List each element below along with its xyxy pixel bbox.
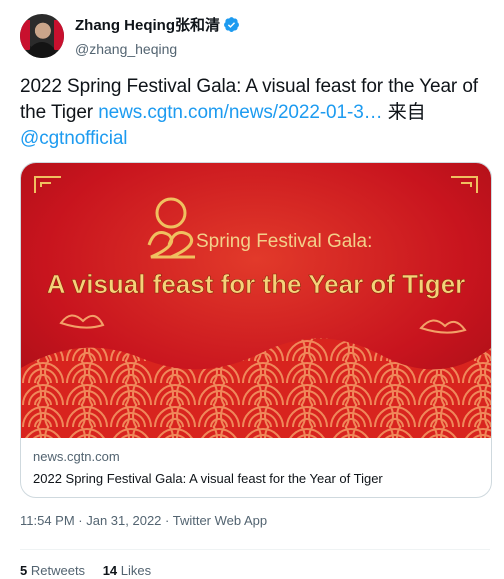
verified-badge-icon: [223, 16, 240, 38]
card-image-heading: Spring Festival Gala:: [196, 231, 372, 252]
tweet-mention[interactable]: @cgtnofficial: [20, 128, 128, 149]
card-image-title: A visual feast for the Year of Tiger: [47, 269, 466, 299]
card-meta: news.cgtn.com 2022 Spring Festival Gala:…: [33, 448, 383, 488]
retweets-label: Retweets: [30, 563, 86, 578]
tweet-timestamp[interactable]: 11:54 PM · Jan 31, 2022 · Twitter Web Ap…: [20, 513, 267, 528]
tweet-link[interactable]: news.cgtn.com/news/2022-01-3…: [98, 102, 382, 123]
author-display-name-text[interactable]: Zhang Heqing张和清: [75, 17, 220, 34]
author-handle[interactable]: @zhang_heqing: [75, 40, 240, 59]
tweet-via-text: 来自: [382, 102, 426, 123]
stats-divider: [20, 549, 490, 550]
likes-count: 14: [102, 563, 118, 578]
tweet-header: Zhang Heqing张和清 @zhang_heqing: [20, 10, 490, 62]
card-image[interactable]: Spring Festival Gala: A visual feast for…: [21, 163, 491, 438]
card-domain: news.cgtn.com: [33, 449, 120, 464]
retweets-stat[interactable]: 5 Retweets: [20, 563, 85, 578]
tweet-text: 2022 Spring Festival Gala: A visual feas…: [20, 74, 492, 152]
card-title: 2022 Spring Festival Gala: A visual feas…: [33, 471, 383, 486]
likes-label: Likes: [120, 563, 152, 578]
tweet-stats: 5 Retweets 14 Likes: [20, 563, 165, 578]
author-display-name[interactable]: Zhang Heqing张和清: [75, 16, 240, 38]
link-preview-card[interactable]: Spring Festival Gala: A visual feast for…: [20, 162, 492, 498]
author-names: Zhang Heqing张和清 @zhang_heqing: [75, 16, 240, 59]
likes-stat[interactable]: 14 Likes: [103, 563, 151, 578]
retweets-count: 5: [20, 563, 28, 578]
avatar[interactable]: [20, 14, 64, 58]
